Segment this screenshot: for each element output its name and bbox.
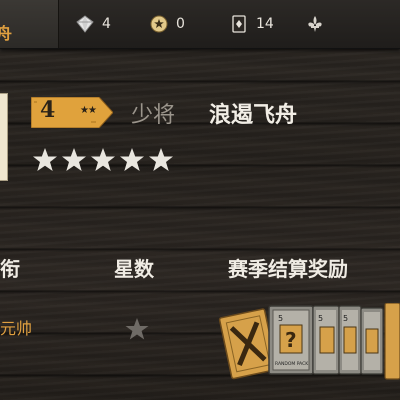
svg-text:5: 5 [343, 314, 348, 323]
top-bar: 舟 4 0 14 [0, 0, 400, 49]
coin-icon [150, 15, 168, 33]
rating-star-icon [91, 148, 115, 171]
reward-cards[interactable]: 5 ? RANDOM PACK 5 5 [217, 303, 400, 383]
rating-star-icon [33, 148, 57, 171]
rating-star-icon [149, 148, 173, 171]
header-stars: 星数 [114, 257, 154, 281]
star-icon [125, 318, 149, 340]
ship-tab[interactable]: 舟 [0, 0, 59, 48]
pack-label: RANDOM PACK [275, 361, 309, 367]
diamond-count: 4 [102, 16, 111, 32]
row-rank-label: 元帅 [0, 319, 33, 338]
coin-count: 0 [176, 16, 185, 32]
ship-tab-label: 舟 [0, 24, 13, 43]
rank-title: 少将 [131, 103, 176, 128]
card-icon [232, 15, 246, 33]
header-season-rewards: 赛季结算奖励 [228, 257, 348, 281]
random-pack-card: 5 ? RANDOM PACK [268, 305, 314, 375]
card-number: 5 [278, 314, 283, 323]
rating-star-icon [62, 148, 86, 171]
coin-resource[interactable]: 0 [150, 15, 185, 33]
stacked-pack-cards: 5 5 [312, 303, 400, 380]
rank-number: 4 [40, 97, 56, 123]
fleur-de-lis-icon [308, 16, 322, 32]
fleur-resource[interactable] [306, 15, 332, 33]
star-rating [32, 147, 174, 173]
rank-card-edge [0, 93, 8, 181]
card-resource[interactable]: 14 [230, 15, 274, 33]
ship-name: 浪遏飞舟 [209, 103, 298, 128]
header-rank: 衔 [0, 257, 20, 281]
question-icon: ? [285, 328, 297, 352]
diamond-icon [76, 15, 94, 33]
rank-stars-icon: ★★ [80, 105, 97, 116]
rating-star-icon [120, 148, 144, 171]
card-count: 14 [256, 16, 274, 32]
svg-text:5: 5 [318, 314, 323, 323]
diamond-resource[interactable]: 4 [76, 15, 111, 33]
